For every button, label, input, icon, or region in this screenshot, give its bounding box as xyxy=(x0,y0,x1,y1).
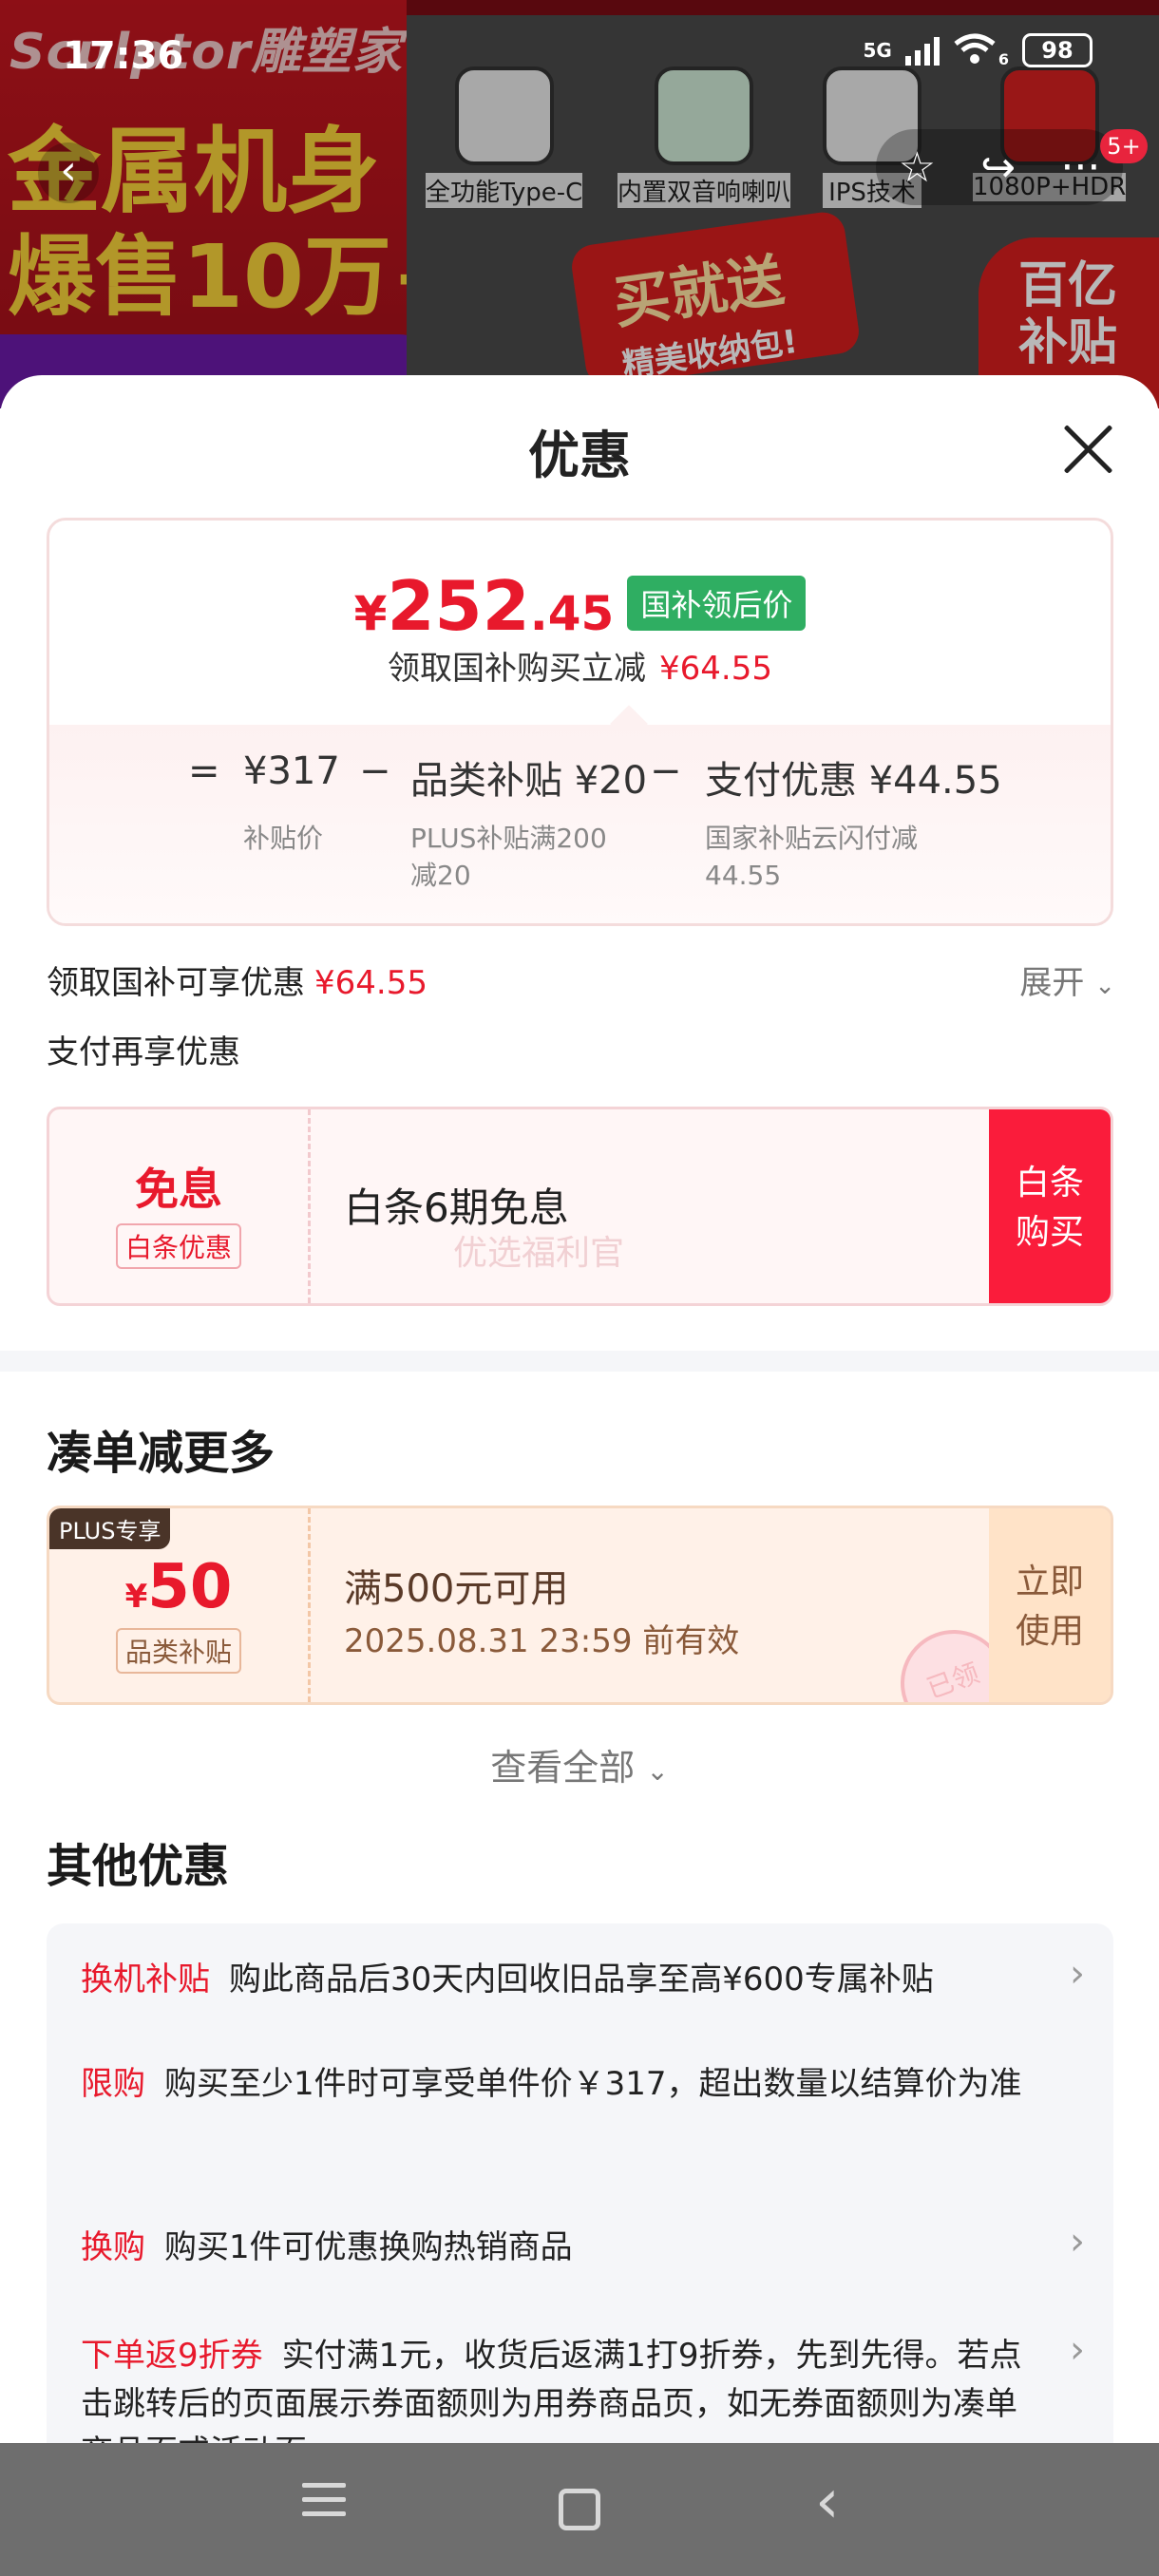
chevron-right-icon[interactable]: › xyxy=(1070,1952,1085,1996)
offer-text: 购此商品后30天内回收旧品享至高¥600专属补贴 xyxy=(229,1960,934,1998)
section-divider xyxy=(0,1351,1159,1372)
recent-apps-icon[interactable] xyxy=(302,2483,346,2526)
wifi-sub-label: 6 xyxy=(998,49,1009,68)
coupon-card[interactable]: ¥50 品类补贴 PLUS专享 满500元可用 2025.08.31 23:59… xyxy=(47,1506,1113,1705)
offer-text: 购买1件可优惠换购热销商品 xyxy=(164,2228,573,2266)
calc-minus-1: − xyxy=(359,749,391,793)
baitiao-left: 免息 白条优惠 xyxy=(49,1109,311,1303)
baitiao-card[interactable]: 免息 白条优惠 白条6期免息 优选福利官 白条购买 xyxy=(47,1107,1113,1306)
calc-equals: = xyxy=(188,749,220,793)
other-heading: 其他优惠 xyxy=(47,1840,230,1893)
baitiao-buy-button[interactable]: 白条购买 xyxy=(989,1109,1111,1303)
expand-label: 展开 xyxy=(1019,964,1085,1002)
price-currency: ¥ xyxy=(353,586,388,641)
guobu-discount-line: 领取国补可享优惠 ¥64.55 xyxy=(47,957,428,1003)
battery-icon: 98 xyxy=(1022,33,1092,67)
coupon-amount: ¥50 xyxy=(49,1552,308,1622)
chevron-down-icon: ⌄ xyxy=(646,1755,669,1787)
chevron-right-icon[interactable]: › xyxy=(1070,2220,1085,2263)
offer-tag: 换购 xyxy=(81,2228,145,2266)
list-item: 限购 购买至少1件时可享受单件价￥317，超出数量以结算价为准 xyxy=(81,2060,1031,2109)
list-item[interactable]: 换购 购买1件可优惠换购热销商品 xyxy=(81,2224,1031,2272)
offer-tag: 换机补贴 xyxy=(81,1960,210,1998)
watermark: 优选福利官 xyxy=(453,1234,625,1273)
final-price-row: ¥252.45 国补领后价 xyxy=(49,566,1111,646)
view-all-label: 查看全部 xyxy=(490,1747,636,1789)
guobu-label: 领取国补可享优惠 xyxy=(47,964,305,1002)
back-icon[interactable]: ‹ xyxy=(815,2472,840,2532)
back-arrow-icon[interactable]: ‹ xyxy=(38,142,99,203)
coupon-badge: 品类补贴 xyxy=(115,1628,241,1674)
more-icon[interactable]: ··· xyxy=(1060,143,1100,192)
price-calc: = ¥317 − 品类补贴 ¥20 − 支付优惠 ¥44.55 补贴价 PLUS… xyxy=(49,725,1111,923)
system-nav-bar: ‹ xyxy=(0,2443,1159,2576)
calc-payment: 支付优惠 ¥44.55 xyxy=(705,759,1002,803)
price-subtext: 领取国补购买立减 ¥64.55 xyxy=(49,642,1111,689)
calc-base: ¥317 xyxy=(243,749,340,793)
price-sub-label: 领取国补购买立减 xyxy=(388,650,647,688)
wifi-icon xyxy=(953,32,997,68)
baitiao-title: 免息 xyxy=(135,1164,222,1215)
pay-more-label: 支付再享优惠 xyxy=(47,1033,240,1071)
price-top: ¥252.45 国补领后价 领取国补购买立减 ¥64.55 xyxy=(49,521,1111,725)
network-label: 5G xyxy=(863,39,892,62)
offer-tag: 限购 xyxy=(81,2065,145,2103)
home-icon[interactable] xyxy=(559,2489,600,2530)
more-heading: 凑单减更多 xyxy=(47,1427,276,1480)
top-action-cluster: ☆ ↪ ··· xyxy=(876,129,1123,205)
status-icons: 5G 6 98 xyxy=(864,32,1092,68)
coupon-currency: ¥ xyxy=(124,1578,148,1616)
calc-minus-2: − xyxy=(650,749,682,793)
coupon-condition: 满500元可用 xyxy=(344,1567,569,1611)
calc-payment-label: 国家补贴云闪付减44.55 xyxy=(705,823,919,892)
status-time: 17:36 xyxy=(63,34,184,78)
chevron-right-icon[interactable]: › xyxy=(1070,2328,1085,2372)
chevron-down-icon: ⌄ xyxy=(1094,972,1115,1000)
close-icon[interactable] xyxy=(1060,421,1115,476)
price-sub-amount: ¥64.55 xyxy=(659,650,772,688)
calc-category-label: PLUS补贴满200减20 xyxy=(410,823,607,892)
other-offers-list: 换机补贴 购此商品后30天内回收旧品享至高¥600专属补贴 › 限购 购买至少1件时… xyxy=(47,1923,1113,2512)
star-icon[interactable]: ☆ xyxy=(899,143,936,192)
offer-text: 购买至少1件时可享受单件价￥317，超出数量以结算价为准 xyxy=(164,2065,1022,2103)
expand-toggle[interactable]: 展开 ⌄ xyxy=(1019,957,1115,1003)
offer-tag: 下单返9折券 xyxy=(81,2337,263,2375)
share-icon[interactable]: ↪ xyxy=(980,143,1016,192)
use-now-label: 立即使用 xyxy=(1015,1563,1084,1652)
plus-tag: PLUS专享 xyxy=(49,1508,171,1549)
price-tag: 国补领后价 xyxy=(627,576,807,631)
price-decimal: .45 xyxy=(529,586,615,641)
view-all-link[interactable]: 查看全部 ⌄ xyxy=(0,1738,1159,1790)
calc-base-label: 补贴价 xyxy=(243,823,324,854)
coupon-value: 50 xyxy=(147,1552,233,1622)
list-item[interactable]: 换机补贴 购此商品后30天内回收旧品享至高¥600专属补贴 xyxy=(81,1956,1031,2004)
notification-badge: 5+ xyxy=(1100,129,1148,163)
baitiao-buy-label: 白条购买 xyxy=(1015,1164,1084,1253)
baitiao-badge: 白条优惠 xyxy=(115,1223,241,1269)
sheet-title: 优惠 xyxy=(528,426,631,485)
signal-icon xyxy=(904,35,940,66)
calc-category: 品类补贴 ¥20 xyxy=(410,759,648,803)
guobu-amount: ¥64.55 xyxy=(314,964,428,1002)
final-price: ¥252.45 xyxy=(354,566,615,646)
coupon-validity: 2025.08.31 23:59 前有效 xyxy=(344,1622,740,1660)
price-breakdown-card: ¥252.45 国补领后价 领取国补购买立减 ¥64.55 = ¥317 − 品类… xyxy=(47,518,1113,926)
use-now-button[interactable]: 立即使用 xyxy=(989,1508,1111,1702)
price-integer: 252 xyxy=(387,566,530,646)
